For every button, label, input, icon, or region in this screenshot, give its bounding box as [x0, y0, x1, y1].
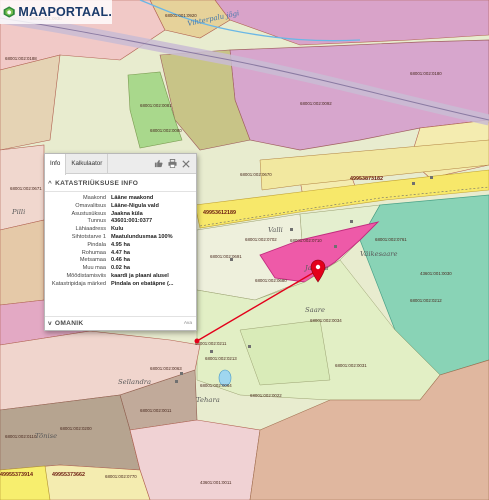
field-row: Sihtotstarve 1 Maatulundusmaa 100%: [71, 233, 173, 240]
field-row: Asustusüksus Jaakna küla: [71, 210, 143, 217]
parcel-label: 68001:002:0022: [250, 393, 282, 398]
parcel-label: 43601:001:0011: [200, 480, 232, 485]
parcel-label: 68001:001:0920: [165, 13, 197, 18]
parcel-label: 68001:002:0188: [5, 56, 37, 61]
road-number-label: 49955373662: [52, 472, 85, 478]
parcel-label: 43601:001:0030: [420, 271, 452, 276]
parcel-label: 68001:002:0670: [240, 172, 272, 177]
tab-info[interactable]: Info: [45, 154, 67, 175]
parcel-label: 68001:002:0031: [335, 363, 367, 368]
open-link[interactable]: Ava: [184, 321, 192, 326]
parcel-label: 68001:002:0691: [210, 254, 242, 259]
parcel-label: 68001:002:0063: [150, 366, 182, 371]
tab-kalkulaator[interactable]: Kalkulaator: [66, 154, 109, 174]
parcel-label: 68001:002:0110: [5, 434, 37, 439]
app-logo[interactable]: MAAPORTAAL.: [0, 0, 112, 24]
parcel-label: 68001:002:0710: [290, 238, 322, 243]
field-row: Pindala 4.95 ha: [87, 241, 130, 248]
field-row: Mõõdistamisviis kaardi ja plaani alusel: [66, 272, 169, 279]
parcel-label: 68001:002:0180: [410, 71, 442, 76]
field-row: Metsamaa 0.46 ha: [79, 257, 130, 264]
parcel-label: 68001:002:0212: [410, 298, 442, 303]
place-label: Tõnise: [35, 432, 57, 440]
parcel-label: 68001:002:0081: [140, 103, 172, 108]
field-row: Muu maa 0.02 ha: [82, 265, 130, 272]
parcel-label: 68001:002:0213: [205, 356, 237, 361]
place-label: Saare: [305, 306, 325, 314]
logo-mark-icon: [3, 6, 15, 18]
parcel-info-popup: Info Kalkulaator ^ KATASTRIÜKSUSE INFO M…: [44, 153, 197, 331]
parcel-label: 68001:002:0770: [105, 474, 137, 479]
field-row: Maakond Lääne maakond: [82, 195, 154, 201]
parcel-label: 68001:002:0092: [300, 101, 332, 106]
section-owner-header[interactable]: v OMANIK Ava: [45, 316, 196, 330]
print-icon[interactable]: [167, 158, 177, 169]
place-label: Valli: [268, 226, 283, 234]
field-row: Tunnus 43601:001:0377: [87, 218, 153, 225]
parcel-label: 68001:002:0211: [195, 341, 227, 346]
parcel-label: 68001:002:0671: [10, 186, 42, 191]
place-label: Tehara: [196, 396, 220, 404]
parcel-area[interactable]: [0, 219, 45, 306]
section-parcel-info-header[interactable]: ^ KATASTRIÜKSUSE INFO: [45, 174, 196, 192]
parcel-area[interactable]: [129, 419, 261, 500]
parcel-label: 68001:002:0200: [60, 426, 92, 431]
logo-text: MAAPORTAAL.: [18, 5, 112, 19]
owner-section-title: OMANIK: [54, 320, 84, 327]
field-row: Omavalitsus Lääne-Nigula vald: [75, 202, 159, 209]
popup-tabs: Info Kalkulaator: [45, 154, 196, 175]
chevron-up-icon: ^: [48, 180, 53, 187]
road-number-label: 49953873182: [350, 176, 383, 182]
field-row: Katastripidaja märked Pindala on ebatäpne…: [51, 280, 174, 287]
road-number-label: 49953612189: [203, 210, 236, 216]
field-row: Lähiaadress Kulu: [75, 226, 124, 233]
parcel-label: 68001:002:0702: [245, 237, 277, 242]
parcel-label: 68001:002:0011: [140, 408, 172, 413]
parcel-label: 68001:002:0761: [375, 237, 407, 242]
close-icon[interactable]: [181, 158, 191, 169]
section-title: KATASTRIÜKSUSE INFO: [55, 180, 139, 187]
road-number-label: 49955373914: [0, 472, 33, 478]
parcel-label: 68001:002:0034: [310, 318, 342, 323]
thumbs-up-icon[interactable]: [153, 158, 163, 169]
field-row: Rohumaa 4.47 ha: [81, 249, 130, 256]
place-label: Sellandra: [118, 378, 151, 386]
parcel-label: 68001:002:0064: [200, 383, 232, 388]
chevron-down-icon: v: [48, 320, 52, 327]
place-label: Väikesaare: [360, 250, 398, 258]
parcel-label: 68001:002:0680: [255, 278, 287, 283]
parcel-info-fields: Maakond Lääne maakond Omavalitsus Lääne-Ni…: [45, 192, 196, 289]
place-label: Pilli: [11, 208, 25, 216]
parcel-label: 68001:002:0080: [150, 128, 182, 133]
